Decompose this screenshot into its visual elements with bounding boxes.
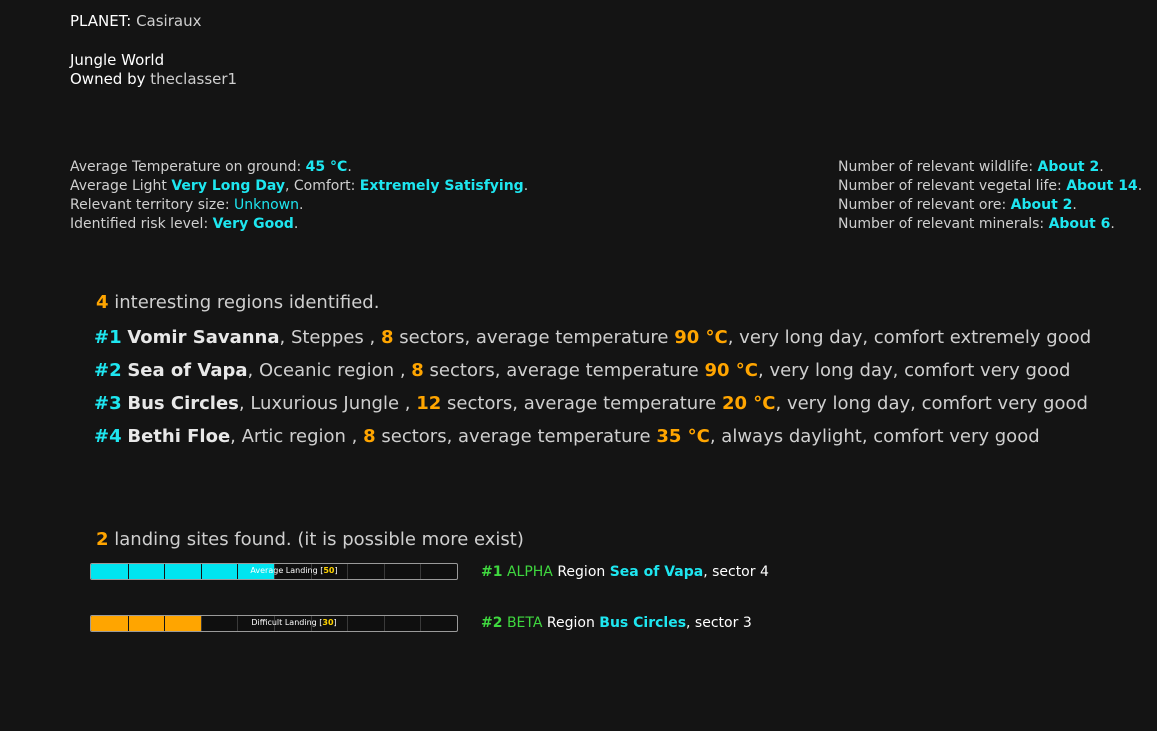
risk-line: Identified risk level: Very Good. [70, 216, 299, 232]
planet-name: Casiraux [136, 12, 202, 30]
minerals-line: Number of relevant minerals: About 6. [838, 216, 1115, 232]
landing-site-item: #2 BETA Region Bus Circles, sector 3 [481, 615, 752, 631]
region-sectors: 8 [411, 360, 424, 381]
planet-header: PLANET: Casiraux [70, 12, 201, 31]
site-region-label: Region [557, 564, 606, 580]
temperature-label: Average Temperature on ground: [70, 159, 302, 175]
landing-level: 50 [323, 566, 335, 575]
region-description: , very long day, comfort very good [775, 393, 1088, 414]
region-type: , Artic region , [230, 426, 358, 447]
landing-difficulty-bar: Difficult Landing [30] [90, 615, 458, 632]
regions-header-text: interesting regions identified. [114, 292, 380, 313]
region-description: , always daylight, comfort very good [709, 426, 1040, 447]
region-number: #1 [94, 327, 122, 348]
region-temperature: 20 °C [721, 393, 776, 414]
territory-label: Relevant territory size: [70, 197, 230, 213]
landing-header-text: landing sites found. (it is possible mor… [114, 529, 524, 550]
comfort-value: Extremely Satisfying [359, 178, 524, 194]
landing-header: 2 landing sites found. (it is possible m… [96, 528, 524, 552]
minerals-value: About 6 [1048, 216, 1111, 232]
region-description: , very long day, comfort extremely good [727, 327, 1092, 348]
temperature-line: Average Temperature on ground: 45 °C. [70, 159, 352, 175]
region-number: #3 [94, 393, 122, 414]
site-code[interactable]: ALPHA [507, 564, 553, 580]
region-number: #4 [94, 426, 122, 447]
site-number: #1 [481, 564, 503, 580]
region-name[interactable]: Bethi Floe [127, 426, 230, 447]
region-sectors: 8 [380, 327, 394, 348]
light-line: Average Light Very Long Day, Comfort: Ex… [70, 178, 529, 194]
territory-line: Relevant territory size: Unknown. [70, 197, 304, 213]
light-label: Average Light [70, 178, 167, 194]
region-name[interactable]: Bus Circles [127, 393, 239, 414]
territory-value: Unknown [234, 197, 300, 213]
vegetal-value: About 14 [1066, 178, 1138, 194]
region-type: , Oceanic region , [247, 360, 406, 381]
region-sectors-text: sectors, average temperature [447, 393, 717, 414]
region-name[interactable]: Sea of Vapa [127, 360, 247, 381]
site-code[interactable]: BETA [507, 615, 543, 631]
light-value: Very Long Day [171, 178, 285, 194]
site-region[interactable]: Sea of Vapa [610, 564, 703, 580]
site-sector: 4 [759, 564, 769, 580]
region-temperature: 90 °C [674, 327, 728, 348]
landing-site-item: #1 ALPHA Region Sea of Vapa, sector 4 [481, 564, 769, 580]
regions-list: #1 Vomir Savanna, Steppes , 8 sectors, a… [94, 321, 1091, 453]
region-item: #1 Vomir Savanna, Steppes , 8 sectors, a… [94, 321, 1091, 354]
site-number: #2 [481, 615, 503, 631]
landing-level: 30 [322, 618, 334, 627]
regions-header: 4 interesting regions identified. [96, 291, 379, 315]
region-temperature: 90 °C [704, 360, 759, 381]
region-sectors-text: sectors, average temperature [381, 426, 651, 447]
region-item: #2 Sea of Vapa, Oceanic region , 8 secto… [94, 354, 1091, 387]
risk-label: Identified risk level: [70, 216, 209, 232]
minerals-label: Number of relevant minerals: [838, 216, 1045, 232]
temperature-value: 45 °C [305, 159, 348, 175]
region-type: , Luxurious Jungle , [238, 393, 411, 414]
region-name[interactable]: Vomir Savanna [127, 327, 279, 348]
site-sector: 3 [742, 615, 752, 631]
site-sector-label: , sector [686, 615, 739, 631]
ore-label: Number of relevant ore: [838, 197, 1007, 213]
landing-bar-label: Difficult Landing [30] [251, 618, 337, 627]
region-sectors-text: sectors, average temperature [429, 360, 699, 381]
region-number: #2 [94, 360, 122, 381]
region-type: , Steppes , [279, 327, 376, 348]
vegetal-line: Number of relevant vegetal life: About 1… [838, 178, 1143, 194]
planet-label: PLANET: [70, 12, 132, 30]
planet-details: Jungle World Owned by theclasser1 [70, 51, 237, 89]
wildlife-line: Number of relevant wildlife: About 2. [838, 159, 1104, 175]
wildlife-label: Number of relevant wildlife: [838, 159, 1034, 175]
region-sectors-text: sectors, average temperature [399, 327, 669, 348]
ore-value: About 2 [1010, 197, 1073, 213]
region-item: #3 Bus Circles, Luxurious Jungle , 12 se… [94, 387, 1091, 420]
site-sector-label: , sector [703, 564, 756, 580]
owned-label: Owned by [70, 70, 146, 88]
site-region[interactable]: Bus Circles [599, 615, 686, 631]
region-temperature: 35 °C [656, 426, 710, 447]
life-info: Number of relevant wildlife: About 2. Nu… [838, 158, 1142, 234]
vegetal-label: Number of relevant vegetal life: [838, 178, 1062, 194]
region-sectors: 12 [416, 393, 442, 414]
owner-name[interactable]: theclasser1 [150, 70, 237, 88]
landing-count: 2 [96, 529, 109, 550]
region-item: #4 Bethi Floe, Artic region , 8 sectors,… [94, 420, 1091, 453]
landing-bar-label: Average Landing [50] [250, 566, 338, 575]
regions-count: 4 [96, 292, 109, 313]
wildlife-value: About 2 [1037, 159, 1100, 175]
site-region-label: Region [546, 615, 595, 631]
risk-value: Very Good [212, 216, 294, 232]
comfort-label: , Comfort: [284, 178, 356, 194]
ore-line: Number of relevant ore: About 2. [838, 197, 1077, 213]
environment-info: Average Temperature on ground: 45 °C. Av… [70, 158, 528, 234]
landing-difficulty-bar: Average Landing [50] [90, 563, 458, 580]
region-sectors: 8 [363, 426, 376, 447]
region-description: , very long day, comfort very good [758, 360, 1071, 381]
planet-type: Jungle World [70, 51, 165, 69]
